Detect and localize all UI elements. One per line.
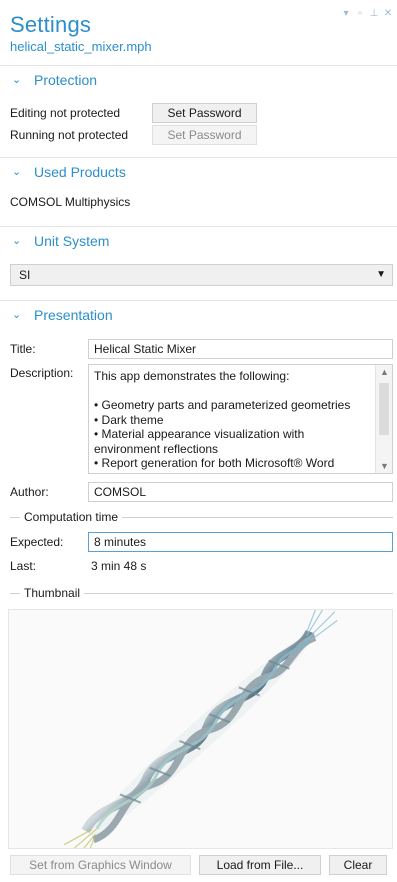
running-row: Running not protected Set Password: [10, 125, 393, 145]
author-label: Author:: [10, 485, 49, 499]
running-status: Running not protected: [10, 128, 129, 142]
maximize-icon[interactable]: ▫: [355, 8, 365, 19]
pin-icon[interactable]: ⊥: [369, 8, 379, 19]
helical-mixer-graphic: [63, 610, 338, 848]
chevron-down-icon: ⌄: [12, 235, 22, 247]
section-used-products[interactable]: ⌄ Used Products: [0, 157, 397, 185]
section-label: Presentation: [34, 306, 113, 323]
editing-status: Editing not protected: [10, 106, 121, 120]
unit-system-select[interactable]: SI ▼: [10, 264, 393, 286]
chevron-down-icon: ⌄: [12, 309, 22, 321]
settings-header: Settings helical_static_mixer.mph: [10, 12, 397, 62]
load-from-file-button[interactable]: Load from File...: [199, 855, 321, 875]
thumbnail-image: [8, 609, 393, 849]
product-name: COMSOL Multiphysics: [10, 195, 131, 209]
computation-time-label: Computation time: [24, 510, 119, 524]
unit-system-value: SI: [19, 268, 31, 282]
clear-button[interactable]: Clear: [329, 855, 387, 875]
window-controls: ▾ ▫ ⊥ ✕: [341, 8, 393, 19]
title-label: Title:: [10, 342, 36, 356]
section-protection[interactable]: ⌄ Protection: [0, 65, 397, 93]
description-text: This app demonstrates the following: • G…: [94, 369, 351, 470]
thumbnail-actions: Set from Graphics Window Load from File.…: [10, 855, 393, 877]
thumbnail-group: Thumbnail: [10, 586, 393, 600]
scroll-up-icon[interactable]: ▲: [380, 367, 389, 377]
scroll-down-icon[interactable]: ▼: [380, 461, 389, 471]
scrollbar-thumb[interactable]: [379, 383, 389, 435]
description-label: Description:: [10, 366, 74, 380]
chevron-down-icon: ⌄: [12, 166, 22, 178]
page-title: Settings: [10, 12, 92, 37]
editing-row: Editing not protected Set Password: [10, 103, 393, 123]
file-name: helical_static_mixer.mph: [10, 39, 152, 54]
computation-time-group: Computation time: [10, 510, 393, 524]
section-label: Used Products: [34, 163, 126, 180]
last-label: Last:: [10, 559, 37, 573]
description-scrollbar[interactable]: ▲ ▼: [375, 365, 392, 473]
expected-input[interactable]: 8 minutes: [88, 532, 393, 552]
close-icon[interactable]: ✕: [383, 8, 393, 19]
section-unit-system[interactable]: ⌄ Unit System: [0, 226, 397, 254]
title-input[interactable]: Helical Static Mixer: [88, 339, 393, 359]
last-value: 3 min 48 s: [91, 559, 147, 573]
dropdown-icon[interactable]: ▾: [341, 8, 351, 19]
section-presentation[interactable]: ⌄ Presentation: [0, 300, 397, 328]
set-password-editing-button[interactable]: Set Password: [152, 103, 257, 123]
set-from-graphics-button[interactable]: Set from Graphics Window: [10, 855, 191, 875]
set-password-running-button[interactable]: Set Password: [152, 125, 257, 145]
section-label: Protection: [34, 71, 98, 88]
section-label: Unit System: [34, 232, 110, 249]
expected-label: Expected:: [10, 535, 64, 549]
description-textarea[interactable]: This app demonstrates the following: • G…: [88, 364, 393, 474]
thumbnail-label: Thumbnail: [24, 586, 81, 600]
dropdown-arrow-icon: ▼: [376, 269, 386, 280]
product-row: COMSOL Multiphysics: [10, 195, 393, 209]
author-input[interactable]: COMSOL: [88, 482, 393, 502]
chevron-down-icon: ⌄: [12, 74, 22, 86]
